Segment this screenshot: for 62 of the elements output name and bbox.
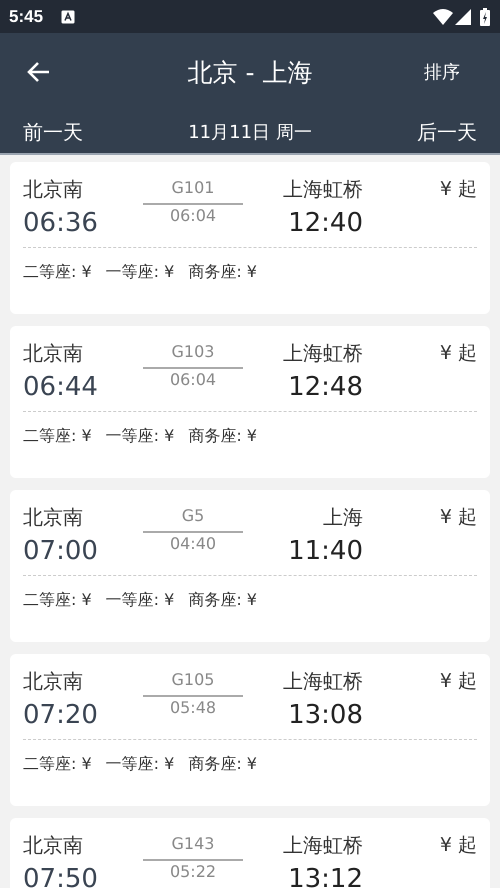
departure-station: 北京南: [23, 176, 84, 203]
price-from: ¥ 起: [438, 177, 477, 202]
departure-time: 06:36: [23, 207, 99, 240]
departure-station: 北京南: [23, 504, 84, 531]
departure-station: 北京南: [23, 832, 84, 859]
seat-price: 二等座: ¥: [23, 425, 92, 447]
train-card[interactable]: 北京南 G103 上海虹桥 ¥ 起 06:44 06:04 12:48 二等座: ¥ 一等座: ¥ 商务座: ¥: [10, 326, 490, 478]
signal-icon: [455, 8, 471, 24]
departure-time: 07:20: [23, 699, 99, 732]
previous-day-button[interactable]: 前一天: [23, 118, 83, 146]
arrival-station: 上海: [322, 504, 363, 531]
train-card[interactable]: 北京南 G101 上海虹桥 ¥ 起 06:36 06:04 12:40 二等座: ¥ 一等座: ¥ 商务座: ¥: [10, 162, 490, 314]
route-title: 北京 - 上海: [186, 56, 314, 88]
seat-price: 商务座: ¥: [188, 261, 257, 283]
arrival-station: 上海虹桥: [282, 340, 363, 367]
notification-icon: [61, 10, 76, 24]
seat-price: 二等座: ¥: [23, 753, 92, 775]
arrival-station: 上海虹桥: [282, 668, 363, 695]
trip-duration: 06:04: [168, 369, 218, 391]
seat-price: 二等座: ¥: [23, 261, 92, 283]
sort-button[interactable]: 排序: [424, 60, 460, 84]
status-time: 5:45: [9, 6, 44, 26]
train-number: G143: [143, 829, 243, 861]
departure-time: 07:50: [23, 863, 99, 888]
next-day-button[interactable]: 后一天: [417, 118, 477, 146]
train-number: G103: [143, 337, 243, 369]
arrival-time: 13:12: [287, 863, 363, 888]
train-card[interactable]: 北京南 G105 上海虹桥 ¥ 起 07:20 05:48 13:08 二等座: ¥ 一等座: ¥ 商务座: ¥: [10, 654, 490, 806]
departure-time: 07:00: [23, 535, 99, 568]
arrival-station: 上海虹桥: [282, 176, 363, 203]
wifi-icon: [433, 8, 453, 24]
seat-price: 一等座: ¥: [106, 261, 174, 283]
seat-price: 一等座: ¥: [106, 425, 174, 447]
trip-duration: 05:48: [168, 697, 218, 719]
departure-station: 北京南: [23, 340, 84, 367]
seat-price: 一等座: ¥: [106, 589, 174, 611]
seat-price: 商务座: ¥: [188, 589, 257, 611]
departure-time: 06:44: [23, 371, 99, 404]
train-card[interactable]: 北京南 G143 上海虹桥 ¥ 起 07:50 05:22 13:12: [10, 818, 490, 888]
seat-price: 商务座: ¥: [188, 753, 257, 775]
price-from: ¥ 起: [438, 669, 477, 694]
train-number: G105: [143, 665, 243, 697]
train-card[interactable]: 北京南 G5 上海 ¥ 起 07:00 04:40 11:40 二等座: ¥ 一等座: ¥ 商务座: ¥: [10, 490, 490, 642]
trip-duration: 06:04: [168, 205, 218, 227]
seat-price: 一等座: ¥: [106, 753, 174, 775]
price-from: ¥ 起: [438, 341, 477, 366]
arrival-time: 13:08: [287, 699, 363, 732]
battery-icon: [480, 8, 490, 26]
price-from: ¥ 起: [438, 505, 477, 530]
train-number: G5: [143, 501, 243, 533]
seat-price: 二等座: ¥: [23, 589, 92, 611]
train-number: G101: [143, 173, 243, 205]
price-from: ¥ 起: [438, 833, 477, 858]
seat-price: 商务座: ¥: [188, 425, 257, 447]
arrival-time: 12:40: [287, 207, 363, 240]
arrival-station: 上海虹桥: [282, 832, 363, 859]
departure-station: 北京南: [23, 668, 84, 695]
trip-duration: 05:22: [168, 861, 218, 883]
travel-date: 11月11日 周一: [187, 121, 313, 144]
trip-duration: 04:40: [168, 533, 218, 555]
arrival-time: 12:48: [287, 371, 363, 404]
arrival-time: 11:40: [287, 535, 363, 568]
